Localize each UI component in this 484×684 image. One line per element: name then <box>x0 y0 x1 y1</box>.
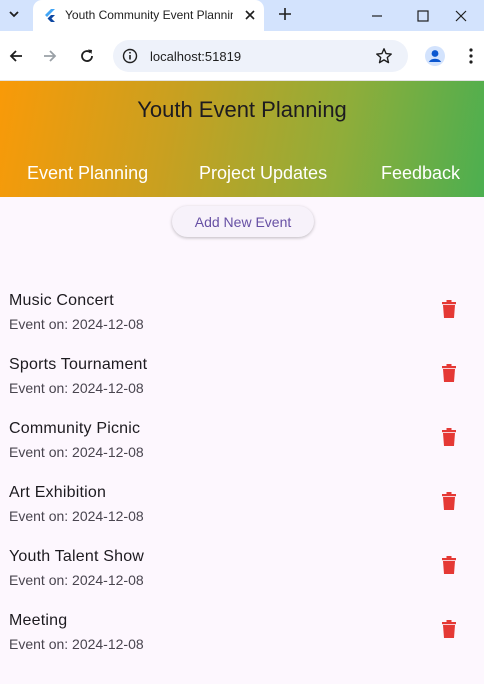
new-tab-button[interactable] <box>274 3 296 25</box>
event-date: Event on: 2024-12-08 <box>9 572 144 588</box>
trash-icon <box>442 428 456 446</box>
url-text: localhost:51819 <box>150 49 242 64</box>
back-button[interactable] <box>4 44 28 68</box>
page-title: Youth Event Planning <box>137 97 347 122</box>
trash-icon <box>442 492 456 510</box>
address-bar[interactable]: localhost:51819 <box>113 40 408 72</box>
event-name: Youth Talent Show <box>9 548 145 565</box>
arrow-right-icon <box>44 50 57 62</box>
delete-button[interactable] <box>433 293 465 325</box>
close-icon <box>245 10 255 20</box>
event-name: Community Picnic <box>9 420 141 437</box>
reload-button[interactable] <box>75 44 99 68</box>
avatar-icon <box>425 46 445 66</box>
forward-button[interactable] <box>38 44 62 68</box>
tab-close-button[interactable] <box>240 5 260 25</box>
maximize-icon <box>417 9 429 22</box>
delete-button[interactable] <box>433 421 465 453</box>
window-close-button[interactable] <box>438 0 484 31</box>
plus-icon <box>279 8 291 20</box>
event-date: Event on: 2024-12-08 <box>9 444 144 460</box>
list-item: Community Picnic Event on: 2024-12-08 <box>0 412 484 476</box>
list-item: Art Exhibition Event on: 2024-12-08 <box>0 476 484 540</box>
delete-button[interactable] <box>433 613 465 645</box>
add-new-event-button[interactable]: Add New Event <box>172 206 314 237</box>
browser-tab-bar: Youth Community Event Planning <box>0 0 484 31</box>
event-date: Event on: 2024-12-08 <box>9 636 144 652</box>
event-name: Meeting <box>9 612 68 629</box>
minimize-button[interactable] <box>354 0 400 31</box>
app-header: Youth Event Planning Event Planning Proj… <box>0 81 484 197</box>
star-icon[interactable] <box>375 47 393 65</box>
flutter-icon <box>45 9 55 22</box>
delete-button[interactable] <box>433 485 465 517</box>
delete-button[interactable] <box>433 549 465 581</box>
trash-icon <box>442 300 456 318</box>
event-name: Art Exhibition <box>9 484 107 501</box>
reload-icon <box>81 49 93 62</box>
more-vert-icon <box>469 48 473 64</box>
browser-tab[interactable]: Youth Community Event Planning <box>33 0 264 31</box>
list-item: Music Concert Event on: 2024-12-08 <box>0 284 484 348</box>
list-item: Meeting Event on: 2024-12-08 <box>0 604 484 668</box>
event-list: Music Concert Event on: 2024-12-08 Sport… <box>0 284 484 668</box>
tab-project-updates[interactable]: Project Updates <box>199 163 327 184</box>
browser-menu-button[interactable] <box>459 44 483 68</box>
event-name: Music Concert <box>9 292 114 309</box>
browser-toolbar: localhost:51819 <box>0 31 484 81</box>
list-item: Youth Talent Show Event on: 2024-12-08 <box>0 540 484 604</box>
tab-feedback[interactable]: Feedback <box>381 163 460 184</box>
delete-button[interactable] <box>433 357 465 389</box>
trash-icon <box>442 620 456 638</box>
trash-icon <box>442 556 456 574</box>
event-date: Event on: 2024-12-08 <box>9 316 144 332</box>
chevron-down-icon <box>9 11 19 18</box>
tab-title: Youth Community Event Planning <box>65 8 233 22</box>
profile-button[interactable] <box>423 44 447 68</box>
tab-search-button[interactable] <box>3 3 25 25</box>
event-date: Event on: 2024-12-08 <box>9 508 144 524</box>
minimize-icon <box>372 14 382 17</box>
tab-event-planning[interactable]: Event Planning <box>27 163 148 184</box>
list-item: Sports Tournament Event on: 2024-12-08 <box>0 348 484 412</box>
event-name: Sports Tournament <box>9 356 148 373</box>
event-date: Event on: 2024-12-08 <box>9 380 144 396</box>
close-icon <box>455 10 467 21</box>
site-info-icon[interactable] <box>122 48 138 64</box>
arrow-left-icon <box>9 50 22 62</box>
trash-icon <box>442 364 456 382</box>
